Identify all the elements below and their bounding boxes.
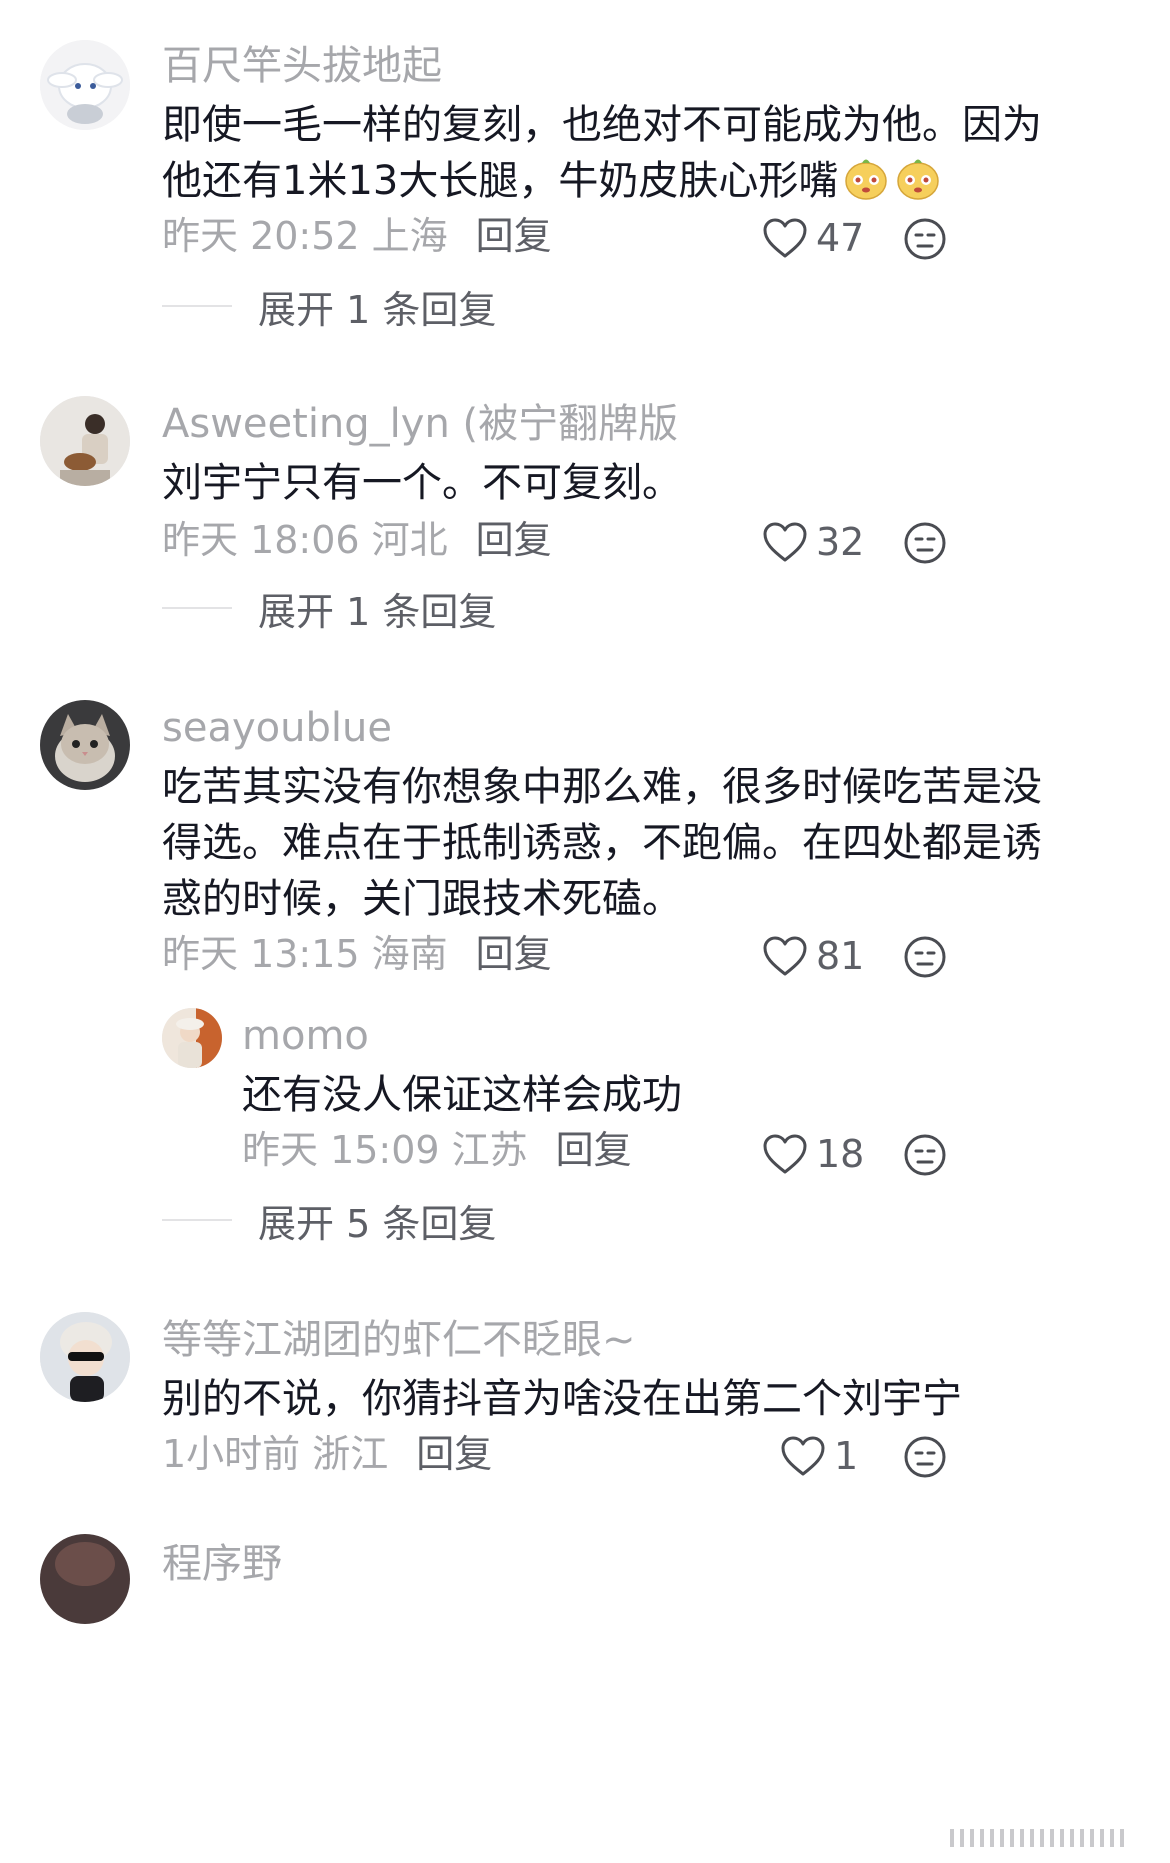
like-count: 32 (816, 520, 865, 564)
cat-avatar-icon (40, 700, 130, 790)
bear-face-emoji-icon (897, 159, 940, 200)
comment-time-location: 昨天 18:06 河北 (162, 518, 448, 562)
expand-replies-button[interactable]: 展开 1 条回复 (162, 282, 496, 332)
sunglasses-person-avatar-icon (40, 1312, 130, 1402)
avatar[interactable] (40, 1312, 130, 1402)
reply-text: 还有没人保证这样会成功 (242, 1072, 682, 1118)
like-count: 47 (816, 216, 865, 260)
expand-replies-label: 展开 1 条回复 (258, 589, 497, 634)
comment-time-location: 昨天 13:15 海南 (162, 932, 448, 976)
comment-meta: 昨天 18:06 河北 回复 (162, 516, 552, 564)
reply-username[interactable]: momo (242, 1012, 369, 1060)
comment-text-line: 刘宇宁只有一个。不可复刻。 (162, 460, 682, 506)
like-button[interactable]: 81 (762, 932, 864, 980)
like-button[interactable]: 18 (762, 1130, 864, 1178)
comment-text-line: 惑的时候，关门跟技术死磕。 (162, 876, 682, 922)
avatar[interactable] (40, 396, 130, 486)
watermark-icon (940, 1823, 1140, 1853)
partial-avatar-icon (40, 1534, 130, 1624)
reply-button[interactable]: 回复 (556, 1128, 632, 1172)
comment-username[interactable]: 等等江湖团的虾仁不眨眼~ (162, 1316, 636, 1364)
divider-line (162, 1219, 232, 1221)
comment-meta: 1小时前 浙江 回复 (162, 1430, 492, 1478)
heart-icon (763, 936, 807, 976)
heart-icon (763, 522, 807, 562)
like-button[interactable]: 47 (762, 214, 864, 262)
reply-avatar[interactable] (162, 1008, 222, 1068)
comment-username[interactable]: 程序野 (162, 1540, 282, 1588)
girl-autumn-avatar-icon (162, 1008, 222, 1068)
reply-button[interactable]: 回复 (476, 214, 552, 258)
dislike-face-icon[interactable] (902, 520, 948, 566)
comment-username[interactable]: Asweeting_lyn (被宁翻牌版 (162, 400, 678, 448)
avatar[interactable] (40, 700, 130, 790)
like-count: 18 (816, 1132, 865, 1176)
divider-line (162, 607, 232, 609)
comment-time-location: 1小时前 浙江 (162, 1432, 389, 1476)
expand-replies-button[interactable]: 展开 5 条回复 (162, 1196, 496, 1246)
heart-icon (763, 218, 807, 258)
reply-meta: 昨天 15:09 江苏 回复 (242, 1126, 632, 1174)
divider-line (162, 305, 232, 307)
expand-replies-label: 展开 1 条回复 (258, 287, 497, 332)
heart-icon (781, 1436, 825, 1476)
bear-face-emoji-icon (845, 159, 888, 200)
comment-meta: 昨天 13:15 海南 回复 (162, 930, 552, 978)
comment-text-line: 别的不说，你猜抖音为啥没在出第二个刘宇宁 (162, 1376, 962, 1422)
comment-username[interactable]: seayoublue (162, 704, 392, 752)
avatar[interactable] (40, 40, 130, 130)
dislike-face-icon[interactable] (902, 216, 948, 262)
reply-time-location: 昨天 15:09 江苏 (242, 1128, 528, 1172)
reply-button[interactable]: 回复 (476, 518, 552, 562)
expand-replies-button[interactable]: 展开 1 条回复 (162, 584, 496, 634)
comment-time-location: 昨天 20:52 上海 (162, 214, 448, 258)
dislike-face-icon[interactable] (902, 1434, 948, 1480)
comment-username[interactable]: 百尺竿头拔地起 (162, 42, 442, 90)
comment-text-line-content: 他还有1米13大长腿，牛奶皮肤心形嘴 (162, 158, 839, 204)
expand-replies-label: 展开 5 条回复 (258, 1201, 497, 1246)
comment-meta: 昨天 20:52 上海 回复 (162, 212, 552, 260)
like-count: 81 (816, 934, 865, 978)
reply-button[interactable]: 回复 (476, 932, 552, 976)
person-with-guitar-avatar-icon (40, 396, 130, 486)
heart-icon (763, 1134, 807, 1174)
like-button[interactable]: 1 (780, 1432, 858, 1480)
cinnamoroll-avatar-icon (40, 40, 130, 130)
like-button[interactable]: 32 (762, 518, 864, 566)
dislike-face-icon[interactable] (902, 1132, 948, 1178)
avatar[interactable] (40, 1534, 130, 1624)
comment-text-line: 他还有1米13大长腿，牛奶皮肤心形嘴 (162, 148, 942, 214)
like-count: 1 (834, 1434, 859, 1478)
reply-button[interactable]: 回复 (416, 1432, 492, 1476)
dislike-face-icon[interactable] (902, 934, 948, 980)
